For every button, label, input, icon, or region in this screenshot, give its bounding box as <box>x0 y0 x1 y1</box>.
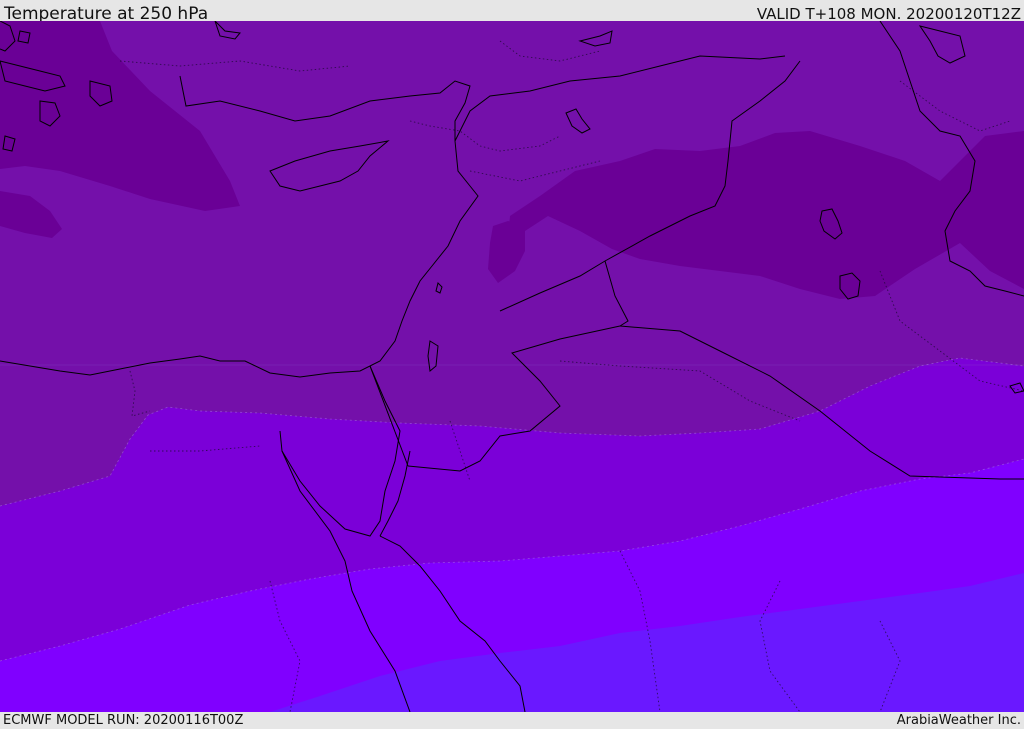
footer-bar: ECMWF MODEL RUN: 20200116T00Z ArabiaWeat… <box>0 712 1024 729</box>
header-bar: Temperature at 250 hPa VALID T+108 MON. … <box>0 0 1024 24</box>
map-frame: Temperature at 250 hPa VALID T+108 MON. … <box>0 0 1024 729</box>
model-run-label: ECMWF MODEL RUN: 20200116T00Z <box>3 713 244 728</box>
temperature-map <box>0 21 1024 712</box>
brand-label: ArabiaWeather Inc. <box>896 713 1021 728</box>
